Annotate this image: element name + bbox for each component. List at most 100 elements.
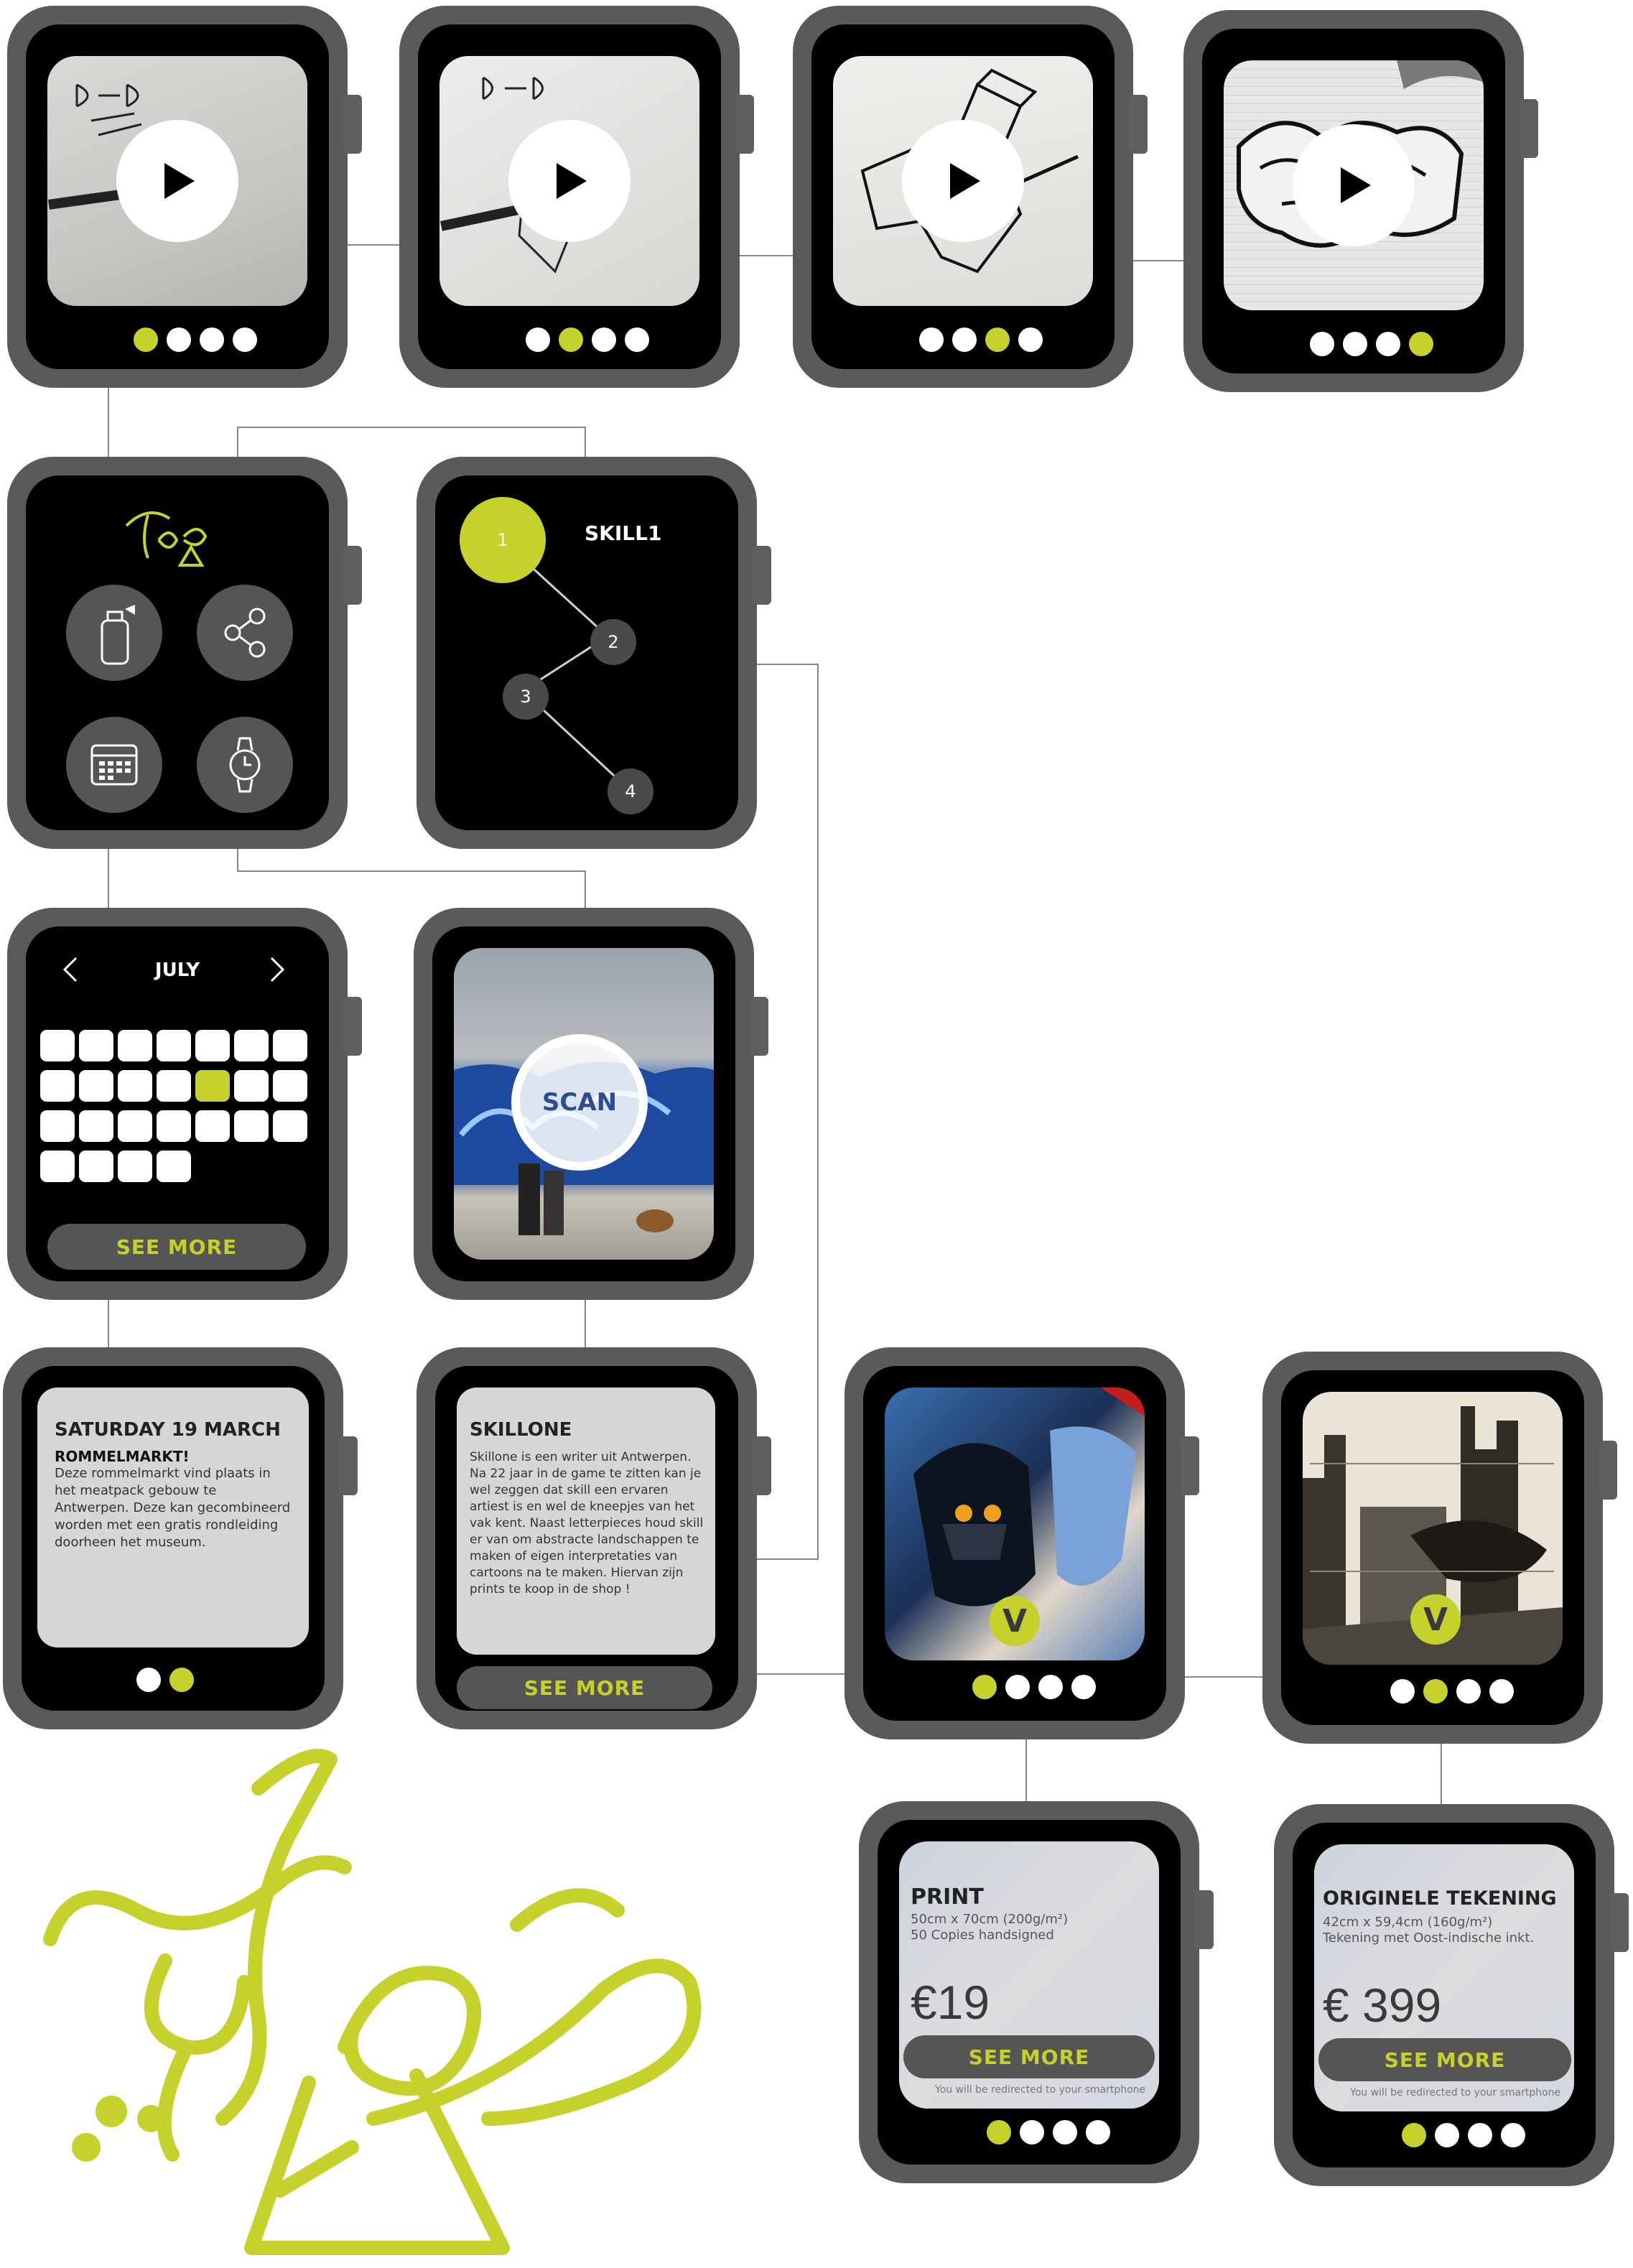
page-dot[interactable] [1018,327,1043,352]
page-dot-active[interactable] [134,327,158,352]
watch-screen: 1 SKILL1 2 3 4 [435,475,738,830]
watch-button[interactable] [197,717,293,813]
page-dot-active[interactable] [1409,332,1433,356]
day-cell[interactable] [195,1030,230,1061]
page-dot-active[interactable] [169,1668,194,1692]
day-cell[interactable] [79,1110,113,1142]
spray-can-button[interactable] [66,585,162,681]
day-cell-selected[interactable] [195,1070,230,1102]
page-dot[interactable] [1038,1675,1063,1699]
skill-node-2[interactable]: 2 [590,619,636,665]
page-dot[interactable] [233,327,257,352]
day-cell[interactable] [40,1070,75,1102]
digital-crown[interactable] [750,997,768,1056]
page-dot[interactable] [919,327,944,352]
page-dot[interactable] [200,327,224,352]
day-cell[interactable] [273,1070,307,1102]
day-cell[interactable] [234,1110,269,1142]
play-button[interactable] [902,120,1024,242]
page-dot[interactable] [1489,1679,1514,1704]
digital-crown[interactable] [1520,99,1538,158]
page-dot[interactable] [1468,2123,1492,2147]
day-cell[interactable] [157,1070,191,1102]
day-cell[interactable] [157,1030,191,1061]
page-dot-active[interactable] [1402,2123,1426,2147]
day-cell[interactable] [157,1151,191,1182]
day-cell[interactable] [118,1151,152,1182]
page-dot[interactable] [1053,2120,1077,2144]
page-dot[interactable] [952,327,977,352]
page-dot[interactable] [526,327,550,352]
digital-crown[interactable] [735,95,754,154]
digital-crown[interactable] [1181,1436,1199,1495]
digital-crown[interactable] [1610,1893,1629,1952]
page-dot[interactable] [1310,332,1334,356]
skill-node-3[interactable]: 3 [503,674,549,720]
watch-skill-tree: 1 SKILL1 2 3 4 [417,457,771,849]
video-thumbnail [833,56,1093,306]
calendar-button[interactable] [66,717,162,813]
page-indicator [134,327,257,352]
day-cell[interactable] [79,1151,113,1182]
day-cell[interactable] [273,1110,307,1142]
page-dot[interactable] [625,327,649,352]
digital-crown[interactable] [1195,1890,1214,1949]
page-dot[interactable] [1343,332,1367,356]
day-cell[interactable] [157,1110,191,1142]
page-dot-active[interactable] [985,327,1010,352]
play-button[interactable] [1293,124,1415,246]
play-button[interactable] [508,120,631,242]
watch-screen [26,475,329,830]
day-cell[interactable] [118,1030,152,1061]
page-dot[interactable] [1435,2123,1459,2147]
page-dot[interactable] [1005,1675,1030,1699]
day-cell[interactable] [40,1110,75,1142]
skill-node-1[interactable]: 1 [460,497,546,583]
day-cell[interactable] [40,1151,75,1182]
skill-node-4[interactable]: 4 [608,768,653,814]
day-cell[interactable] [79,1070,113,1102]
digital-crown[interactable] [339,1436,358,1495]
page-dot-active[interactable] [987,2120,1011,2144]
see-more-button[interactable]: SEE MORE [47,1224,306,1270]
page-dot[interactable] [136,1668,161,1692]
page-dot[interactable] [1501,2123,1525,2147]
chevron-right-icon[interactable] [266,955,287,984]
page-dot[interactable] [1376,332,1400,356]
day-cell[interactable] [79,1030,113,1061]
digital-crown[interactable] [753,1436,771,1495]
day-cell[interactable] [118,1070,152,1102]
day-cell[interactable] [40,1030,75,1061]
day-cell[interactable] [118,1110,152,1142]
see-more-button[interactable]: SEE MORE [1318,2038,1571,2081]
digital-crown[interactable] [343,95,362,154]
scan-ring[interactable]: SCAN [511,1034,648,1171]
taob-tag-logo [43,1745,732,2262]
page-dot[interactable] [1086,2120,1110,2144]
digital-crown[interactable] [1129,95,1148,154]
vote-badge[interactable]: V [1410,1594,1461,1645]
page-dot-active[interactable] [1423,1679,1448,1704]
page-dot[interactable] [1390,1679,1415,1704]
day-cell[interactable] [234,1030,269,1061]
page-dot[interactable] [167,327,191,352]
page-dot[interactable] [1456,1679,1481,1704]
page-dot-active[interactable] [972,1675,997,1699]
vote-badge[interactable]: V [990,1596,1040,1646]
page-dot[interactable] [1020,2120,1044,2144]
digital-crown[interactable] [343,546,362,605]
digital-crown[interactable] [753,546,771,605]
page-dot[interactable] [592,327,616,352]
see-more-button[interactable]: SEE MORE [903,2035,1155,2078]
share-button[interactable] [197,585,293,681]
day-cell[interactable] [273,1030,307,1061]
digital-crown[interactable] [343,997,362,1056]
digital-crown[interactable] [1599,1441,1617,1500]
play-button[interactable] [116,120,238,242]
page-dot[interactable] [1071,1675,1096,1699]
day-cell[interactable] [195,1110,230,1142]
day-cell[interactable] [234,1070,269,1102]
see-more-button[interactable]: SEE MORE [457,1666,712,1709]
page-dot-active[interactable] [559,327,583,352]
connector [585,870,586,912]
